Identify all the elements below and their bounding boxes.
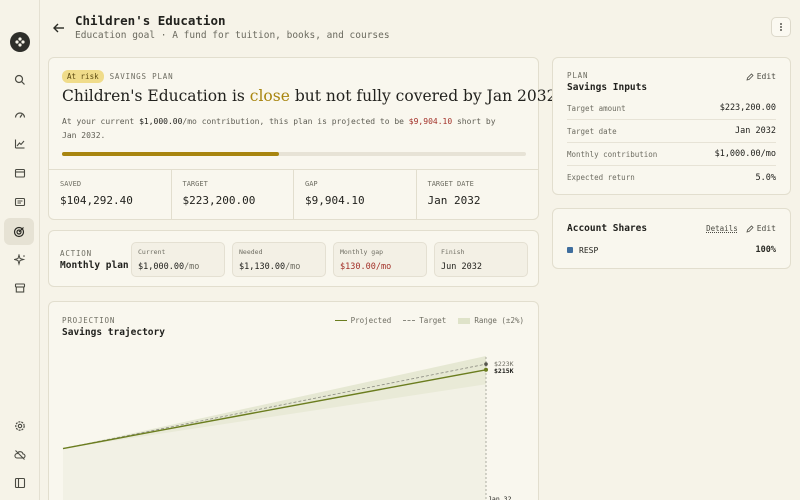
app-logo[interactable] — [10, 32, 30, 52]
progress-fill — [62, 152, 279, 156]
account-shares-card: Account Shares Details Edit RESP 100% — [552, 208, 791, 269]
logo-icon — [15, 37, 25, 47]
more-options-button[interactable] — [771, 17, 791, 37]
details-link[interactable]: Details — [706, 224, 738, 233]
projected-end-label: $215K — [494, 367, 514, 375]
plan-row-value: 5.0% — [755, 172, 776, 183]
pencil-icon — [746, 72, 754, 81]
action-pill: Current $1,000.00/mo — [131, 242, 225, 277]
stat-value: $9,904.10 — [305, 194, 365, 207]
stat-cell: GAP $9,904.10 — [294, 170, 417, 220]
stat-value: Jan 2032 — [427, 194, 481, 207]
sidebar — [0, 0, 40, 500]
page-subtitle: Education goal · A fund for tuition, boo… — [75, 30, 390, 41]
search-icon[interactable] — [10, 70, 30, 90]
target-endpoint — [484, 362, 488, 366]
action-pill-value: $1,130.00/mo — [239, 262, 301, 272]
plan-row-key: Target amount — [567, 103, 626, 113]
action-pill-label: Monthly gap — [340, 248, 384, 256]
stat-cell: TARGET DATE Jan 2032 — [417, 170, 539, 220]
action-eyebrow: ACTION — [60, 249, 92, 258]
plan-row: Monthly contribution $1,000.00/mo — [567, 143, 776, 166]
chart-icon[interactable] — [10, 134, 30, 154]
settings-icon[interactable] — [10, 416, 30, 436]
back-arrow-icon[interactable] — [52, 20, 66, 34]
stat-label: SAVED — [60, 180, 82, 188]
account-color-swatch — [567, 247, 573, 253]
plan-row: Expected return 5.0% — [567, 166, 776, 189]
stat-label: TARGET — [182, 180, 208, 188]
archive-icon[interactable] — [10, 278, 30, 298]
shares-title: Account Shares — [567, 223, 648, 234]
plan-row-value: $223,200.00 — [719, 103, 776, 113]
sidebar-toggle-icon[interactable] — [10, 473, 30, 493]
action-pill: Finish Jun 2032 — [434, 242, 528, 277]
end-date-label: Jan 32 — [488, 495, 512, 500]
dashboard-icon[interactable] — [10, 105, 30, 125]
action-pill-value: $130.00/mo — [340, 262, 392, 272]
projection-card: PROJECTION Savings trajectory Projected … — [48, 301, 539, 500]
card-eyebrow: SAVINGS PLAN — [109, 72, 174, 81]
more-vertical-icon — [780, 23, 782, 31]
plan-row: Target amount $223,200.00 — [567, 97, 776, 120]
savings-plan-card: At risk SAVINGS PLAN Children's Educatio… — [48, 57, 561, 220]
action-pill-value: $1,000.00/mo — [138, 262, 200, 272]
edit-shares-button[interactable]: Edit — [746, 224, 776, 233]
stats-row: SAVED $104,292.40 TARGET $223,200.00 GAP $9,9… — [49, 170, 538, 220]
edit-plan-button[interactable]: Edit — [746, 72, 776, 81]
monthly-plan-card: ACTION Monthly plan Current $1,000.00/mo N… — [48, 230, 539, 287]
plan-row: Target date Jan 2032 — [567, 120, 776, 143]
headline-highlight: close — [249, 87, 290, 105]
action-pill-value: Jun 2032 — [441, 262, 482, 272]
stat-value: $104,292.40 — [60, 194, 133, 207]
share-row: RESP 100% — [567, 245, 776, 255]
status-badge: At risk — [62, 70, 104, 83]
plan-description: At your current $1,000.00/mo contributio… — [62, 117, 496, 140]
pencil-icon — [746, 224, 754, 233]
stat-label: GAP — [305, 180, 318, 188]
savings-inputs-card: PLAN Savings Inputs Edit Target amount $2… — [552, 57, 791, 195]
action-pill: Monthly gap $130.00/mo — [333, 242, 427, 277]
stat-cell: TARGET $223,200.00 — [172, 170, 294, 220]
action-title: Monthly plan — [60, 260, 129, 271]
plan-headline: Children's Education is close but not fu… — [62, 87, 562, 105]
plan-row-key: Expected return — [567, 173, 635, 182]
savings-trajectory-chart: $223K$215KJan 32 — [62, 356, 514, 500]
stat-value: $223,200.00 — [182, 194, 256, 207]
progress-track — [62, 152, 526, 156]
transactions-icon[interactable] — [10, 192, 30, 212]
account-percent: 100% — [755, 245, 776, 255]
stat-cell: SAVED $104,292.40 — [49, 170, 172, 220]
plan-row-key: Target date — [567, 126, 617, 136]
goals-icon[interactable] — [4, 218, 34, 245]
plan-row-key: Monthly contribution — [567, 149, 658, 159]
sparkle-icon[interactable] — [10, 250, 30, 270]
action-pill: Needed $1,130.00/mo — [232, 242, 326, 277]
page-title: Children's Education — [75, 13, 226, 28]
plan-eyebrow: PLAN — [567, 71, 589, 80]
plan-row-value: $1,000.00/mo — [714, 149, 776, 159]
action-pill-label: Finish — [441, 248, 465, 256]
plan-title: Savings Inputs — [567, 82, 648, 93]
stat-label: TARGET DATE — [427, 180, 474, 188]
wallet-icon[interactable] — [10, 163, 30, 183]
action-pill-label: Needed — [239, 248, 263, 256]
plan-row-value: Jan 2032 — [735, 126, 776, 136]
account-name: RESP — [579, 245, 599, 255]
cloud-off-icon[interactable] — [10, 445, 30, 465]
action-pill-label: Current — [138, 248, 166, 256]
projected-endpoint — [484, 367, 488, 372]
